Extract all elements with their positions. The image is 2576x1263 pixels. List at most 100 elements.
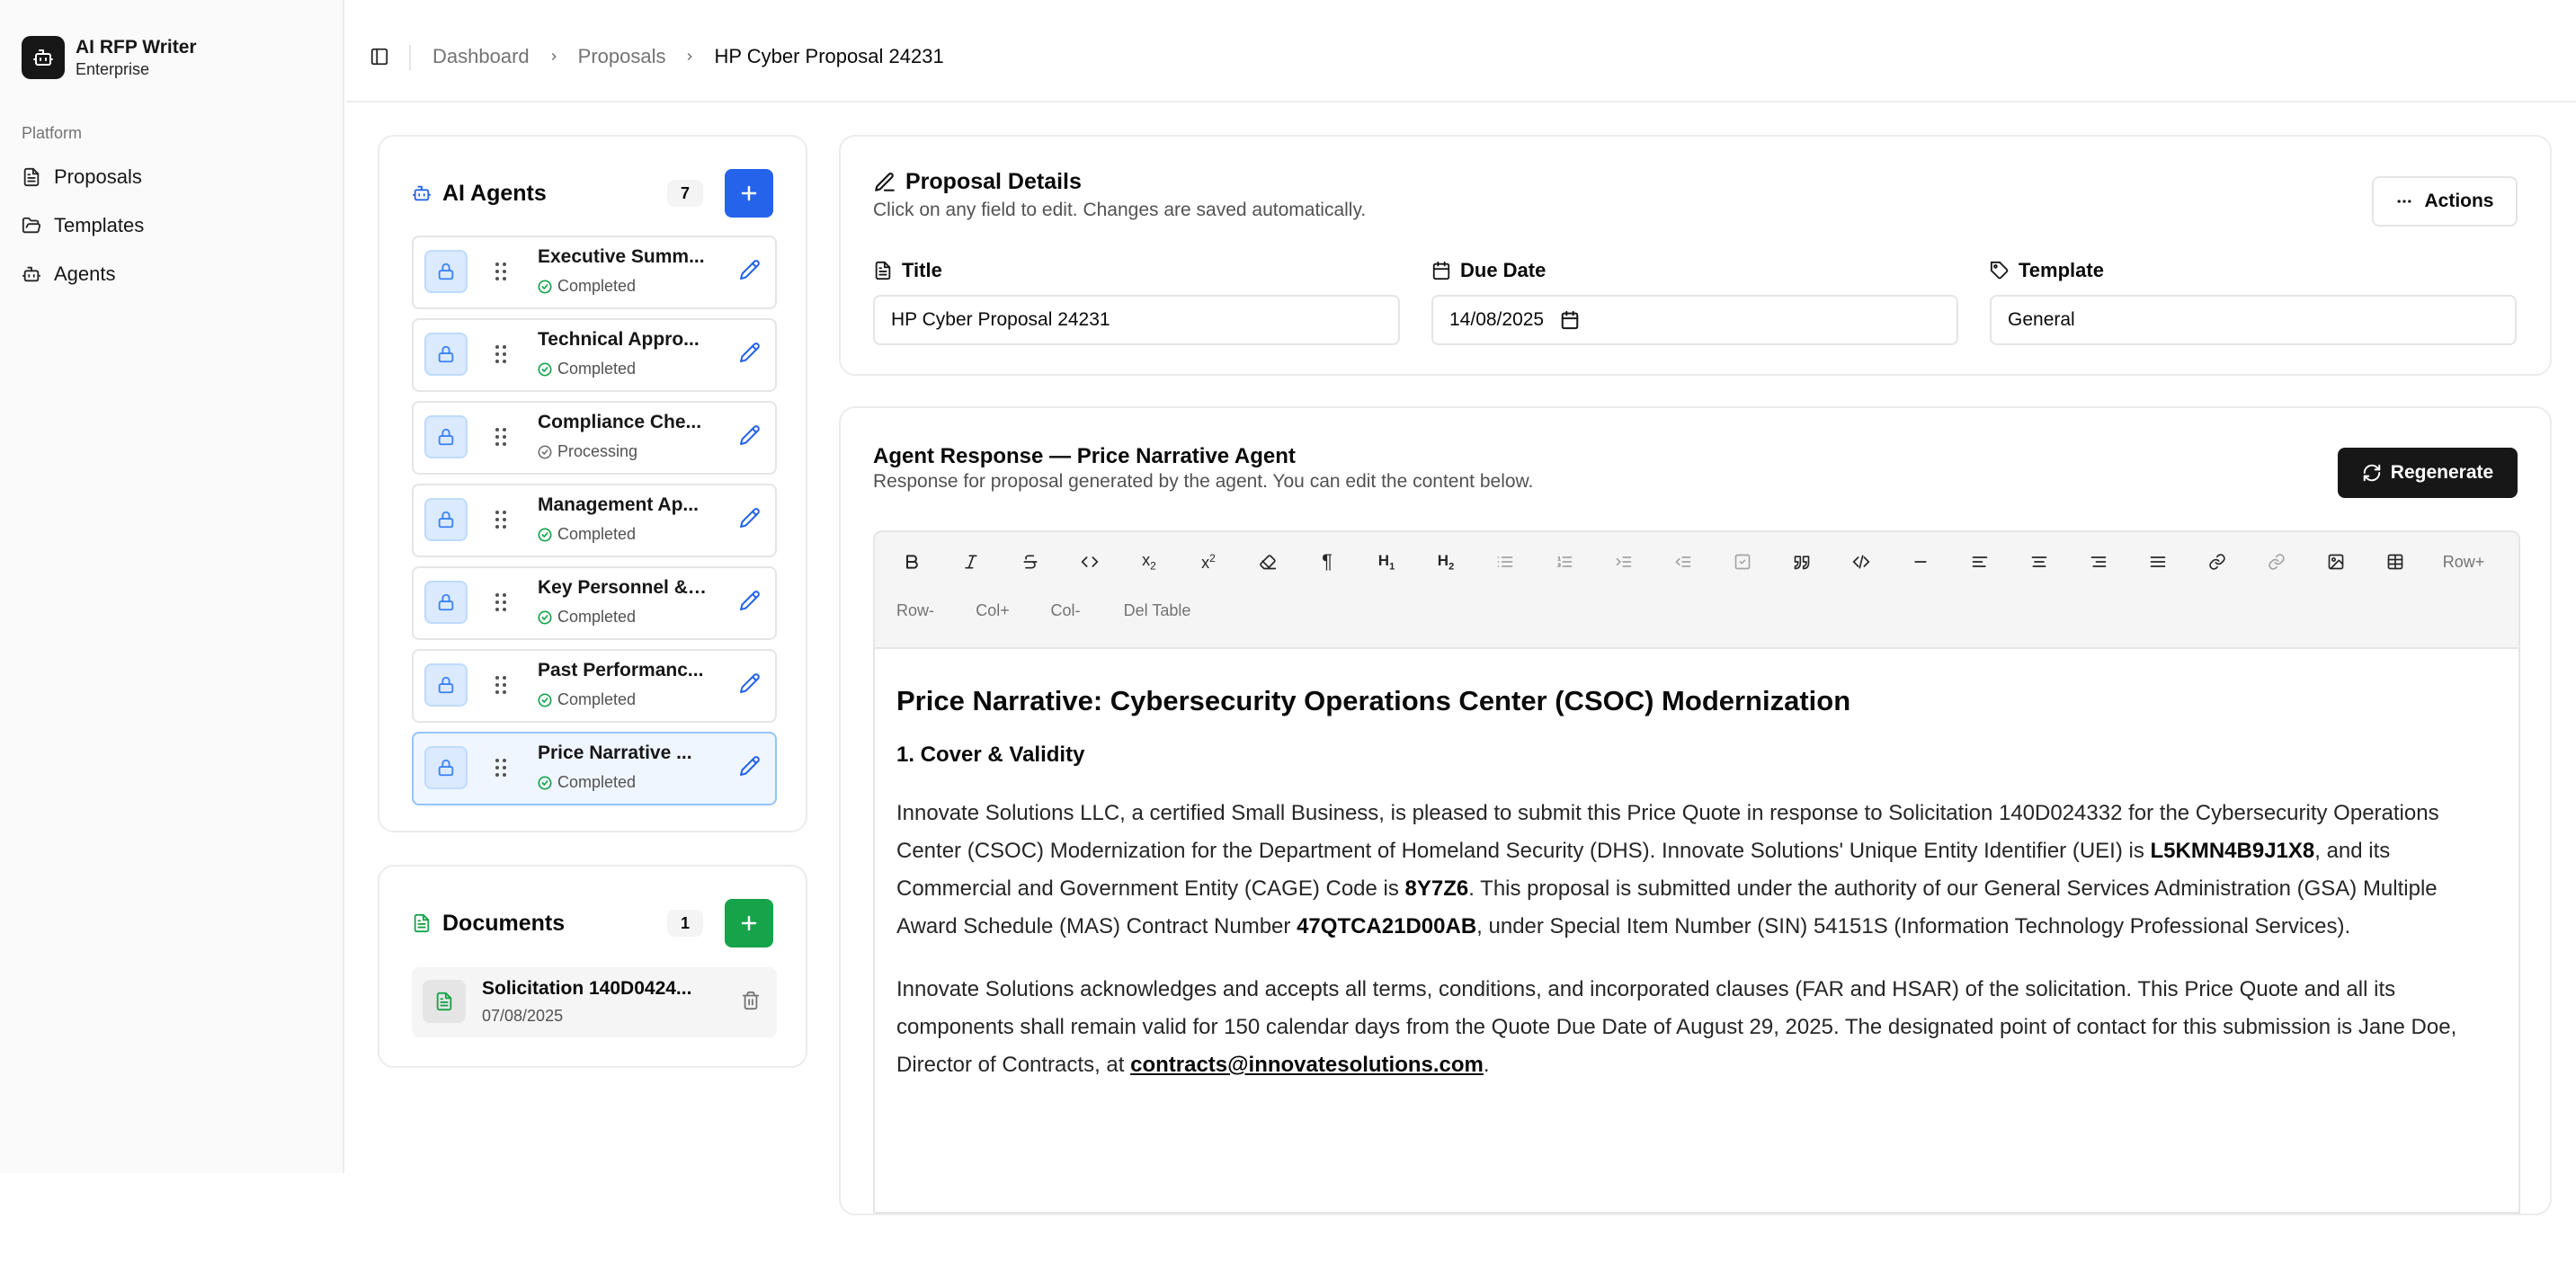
align-center-icon[interactable] — [2024, 547, 2055, 577]
edit-icon[interactable] — [739, 755, 761, 777]
file-text-icon — [23, 167, 40, 187]
agent-item[interactable]: Technical Appro... Completed — [412, 318, 777, 392]
agent-name: Price Narrative ... — [538, 743, 692, 763]
check-circle-icon — [538, 362, 557, 377]
documents-count-badge: 1 — [667, 910, 703, 937]
edit-icon[interactable] — [739, 590, 761, 611]
bold-icon[interactable] — [896, 547, 927, 577]
due-date-field[interactable]: 14/08/2025 — [1431, 295, 1958, 345]
lock-icon[interactable] — [424, 581, 468, 624]
agent-status: Completed — [538, 360, 636, 378]
drag-handle-icon[interactable] — [495, 509, 507, 530]
sidebar-item-agents[interactable]: Agents — [22, 256, 116, 292]
brand[interactable]: AI RFP Writer Enterprise — [22, 36, 197, 79]
trash-icon[interactable] — [741, 991, 761, 1010]
align-left-icon[interactable] — [1965, 547, 1995, 577]
heading-2-icon[interactable]: H2 — [1431, 547, 1461, 577]
lock-icon[interactable] — [424, 415, 468, 458]
header-divider — [409, 45, 411, 70]
lock-icon[interactable] — [424, 498, 468, 541]
rich-text-editor[interactable]: x2 x2 ¶ H1 H2 Row+ Row- Col+ Col- Del Ta… — [873, 530, 2520, 1214]
editor-content[interactable]: Price Narrative: Cybersecurity Operation… — [896, 685, 2497, 1109]
superscript-icon[interactable]: x2 — [1193, 547, 1224, 577]
sidebar: AI RFP Writer Enterprise Platform Propos… — [0, 0, 344, 1173]
lock-icon[interactable] — [424, 663, 468, 707]
check-circle-icon — [538, 528, 557, 542]
bullet-list-icon[interactable] — [1490, 547, 1520, 577]
add-column-button[interactable]: Col+ — [963, 595, 1022, 626]
breadcrumb-dashboard[interactable]: Dashboard — [432, 45, 530, 68]
add-document-button[interactable] — [725, 899, 773, 947]
align-right-icon[interactable] — [2083, 547, 2114, 577]
breadcrumb-current: HP Cyber Proposal 24231 — [714, 45, 944, 67]
remove-row-button[interactable]: Row- — [886, 595, 945, 626]
title-field[interactable]: HP Cyber Proposal 24231 — [873, 295, 1400, 345]
drag-handle-icon[interactable] — [495, 343, 507, 365]
agent-item[interactable]: Management Ap... Completed — [412, 484, 777, 557]
edit-icon[interactable] — [739, 507, 761, 529]
quote-icon[interactable] — [1787, 547, 1817, 577]
agent-item[interactable]: Past Performanc... Completed — [412, 649, 777, 723]
agent-item[interactable]: Price Narrative ... Completed — [412, 732, 777, 805]
ordered-list-icon[interactable] — [1549, 547, 1580, 577]
agent-name: Executive Summ... — [538, 246, 705, 267]
drag-handle-icon[interactable] — [495, 757, 507, 778]
agent-item[interactable]: Compliance Che... Processing — [412, 401, 777, 475]
unlink-icon[interactable] — [2261, 547, 2292, 577]
align-justify-icon[interactable] — [2143, 547, 2173, 577]
chevron-right-icon — [683, 50, 696, 63]
indent-icon[interactable] — [1609, 547, 1639, 577]
edit-icon[interactable] — [739, 424, 761, 446]
email-link[interactable]: contracts@innovatesolutions.com — [1130, 1053, 1484, 1077]
strikethrough-icon[interactable] — [1015, 547, 1046, 577]
agent-name: Compliance Che... — [538, 412, 702, 432]
code-icon[interactable] — [1074, 547, 1105, 577]
paragraph: Innovate Solutions acknowledges and acce… — [896, 977, 2457, 1077]
file-text-icon — [875, 261, 891, 280]
more-horizontal-icon — [2397, 200, 2411, 203]
agents-panel: AI Agents 7 Executive Summ... Completed Te… — [378, 135, 807, 832]
agent-status: Completed — [538, 690, 636, 709]
outdent-icon[interactable] — [1668, 547, 1698, 577]
drag-handle-icon[interactable] — [495, 261, 507, 282]
image-icon[interactable] — [2321, 547, 2351, 577]
eraser-icon[interactable] — [1252, 547, 1283, 577]
horizontal-rule-icon[interactable] — [1905, 547, 1936, 577]
regenerate-button[interactable]: Regenerate — [2338, 448, 2518, 498]
add-agent-button[interactable] — [725, 169, 773, 218]
agent-item[interactable]: Executive Summ... Completed — [412, 236, 777, 309]
due-date-value: 14/08/2025 — [1449, 309, 1545, 330]
table-icon[interactable] — [2380, 547, 2411, 577]
delete-table-button[interactable]: Del Table — [1114, 595, 1200, 626]
check-circle-icon — [538, 280, 557, 294]
cage-value: 8Y7Z6 — [1404, 876, 1469, 901]
pilcrow-icon[interactable]: ¶ — [1312, 547, 1342, 577]
agent-item[interactable]: Key Personnel & ... Completed — [412, 566, 777, 640]
link-icon[interactable] — [2202, 547, 2233, 577]
lock-icon[interactable] — [424, 746, 468, 789]
sidebar-toggle-icon[interactable] — [370, 47, 389, 67]
sidebar-item-templates[interactable]: Templates — [22, 208, 144, 244]
add-row-button[interactable]: Row+ — [2434, 547, 2493, 577]
lock-icon[interactable] — [424, 250, 468, 293]
subscript-icon[interactable]: x2 — [1134, 547, 1164, 577]
document-item[interactable]: Solicitation 140D0424... 07/08/2025 — [412, 967, 777, 1037]
paragraph: Innovate Solutions LLC, a certified Smal… — [896, 801, 2439, 938]
breadcrumb-proposals[interactable]: Proposals — [578, 45, 666, 68]
italic-icon[interactable] — [956, 547, 986, 577]
actions-button[interactable]: Actions — [2372, 176, 2518, 227]
heading-1-icon[interactable]: H1 — [1371, 547, 1402, 577]
drag-handle-icon[interactable] — [495, 591, 507, 613]
checkbox-icon[interactable] — [1727, 547, 1758, 577]
drag-handle-icon[interactable] — [495, 674, 507, 696]
lock-icon[interactable] — [424, 333, 468, 376]
calendar-icon[interactable] — [1560, 310, 1580, 330]
edit-icon[interactable] — [739, 342, 761, 363]
sidebar-item-proposals[interactable]: Proposals — [22, 159, 142, 195]
code-block-icon[interactable] — [1846, 547, 1876, 577]
edit-icon[interactable] — [739, 672, 761, 694]
drag-handle-icon[interactable] — [495, 426, 507, 448]
remove-column-button[interactable]: Col- — [1040, 595, 1091, 626]
edit-icon[interactable] — [739, 259, 761, 280]
template-field[interactable]: General — [1990, 295, 2517, 345]
